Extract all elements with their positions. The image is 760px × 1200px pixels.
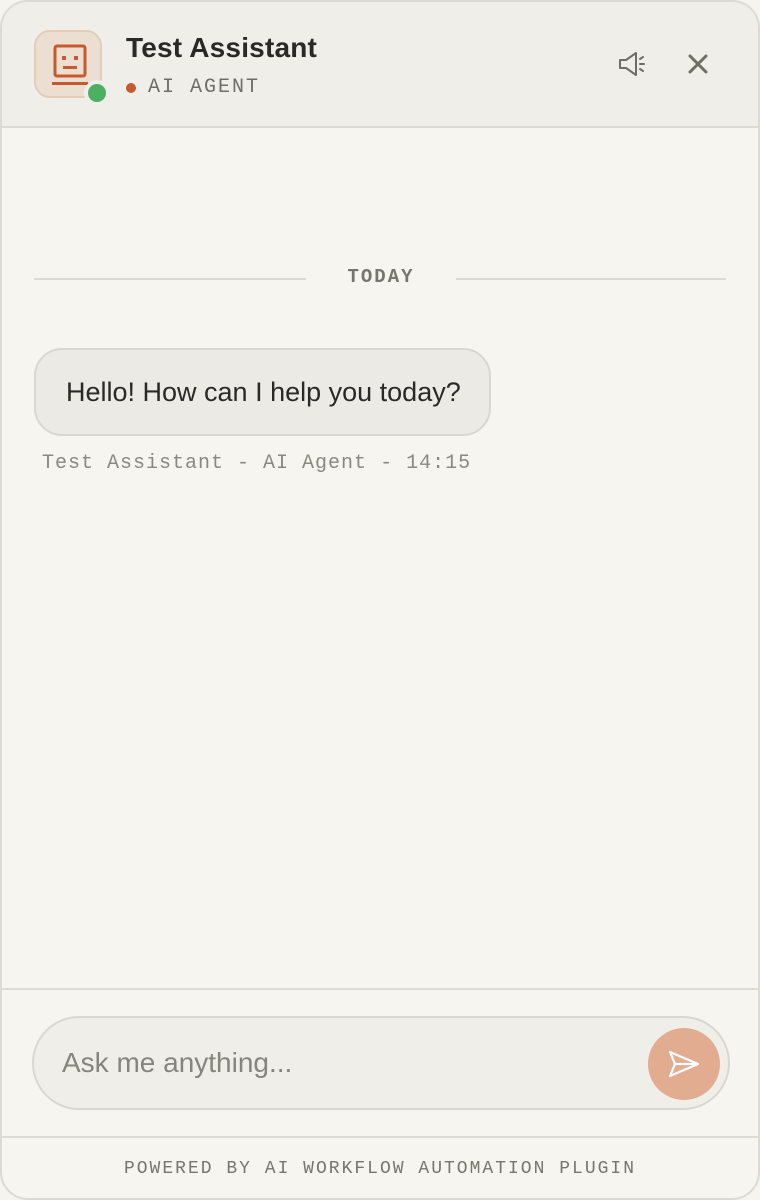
chat-header: Test Assistant AI AGENT (2, 2, 758, 128)
message-sender: Test Assistant (42, 452, 225, 475)
agent-name: Test Assistant (126, 32, 318, 63)
message-role: AI Agent (224, 452, 367, 475)
send-icon (668, 1050, 700, 1078)
powered-by-footer: POWERED BY AI WORKFLOW AUTOMATION PLUGIN (123, 1159, 637, 1179)
close-icon (688, 54, 708, 74)
chat-widget: Test Assistant AI AGENT TODAY Hello! How… (0, 0, 760, 1200)
message-input-container (32, 1016, 730, 1110)
agent-role-label: AI AGENT (148, 76, 261, 99)
message-meta: Test AssistantAI Agent14:15 (42, 452, 471, 475)
send-button[interactable] (648, 1028, 720, 1100)
message-input[interactable] (62, 1038, 622, 1088)
online-status-indicator (84, 80, 110, 106)
close-button[interactable] (680, 46, 716, 82)
robot-face-icon (52, 44, 88, 85)
message-list[interactable]: TODAY Hello! How can I help you today? T… (2, 130, 758, 988)
sound-toggle-button[interactable] (614, 46, 650, 82)
agent-message-bubble: Hello! How can I help you today? (34, 348, 491, 436)
speaker-icon (619, 52, 645, 76)
date-divider-label: TODAY (347, 266, 415, 288)
agent-role: AI AGENT (126, 76, 260, 99)
divider-line (456, 278, 726, 280)
divider-line (34, 278, 306, 280)
message-composer (2, 988, 758, 1138)
role-dot-icon (126, 82, 136, 93)
date-divider: TODAY (34, 264, 726, 294)
message-time: 14:15 (367, 452, 471, 475)
